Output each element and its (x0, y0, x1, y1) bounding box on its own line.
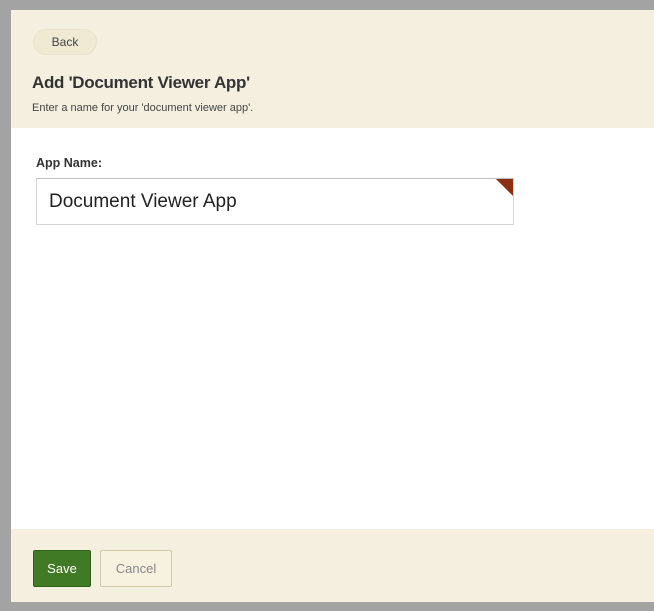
required-field-marker-icon (496, 179, 513, 196)
back-button[interactable]: Back (33, 29, 97, 55)
app-window: Back Add 'Document Viewer App' Enter a n… (0, 0, 654, 611)
save-button[interactable]: Save (33, 550, 91, 587)
app-name-label: App Name: (36, 156, 102, 170)
page-subtitle: Enter a name for your 'document viewer a… (32, 102, 254, 114)
page-header: Back Add 'Document Viewer App' Enter a n… (11, 10, 654, 128)
page-title: Add 'Document Viewer App' (32, 73, 250, 92)
cancel-button[interactable]: Cancel (100, 550, 172, 587)
page-footer: Save Cancel (11, 529, 654, 602)
app-name-input[interactable] (36, 178, 514, 225)
